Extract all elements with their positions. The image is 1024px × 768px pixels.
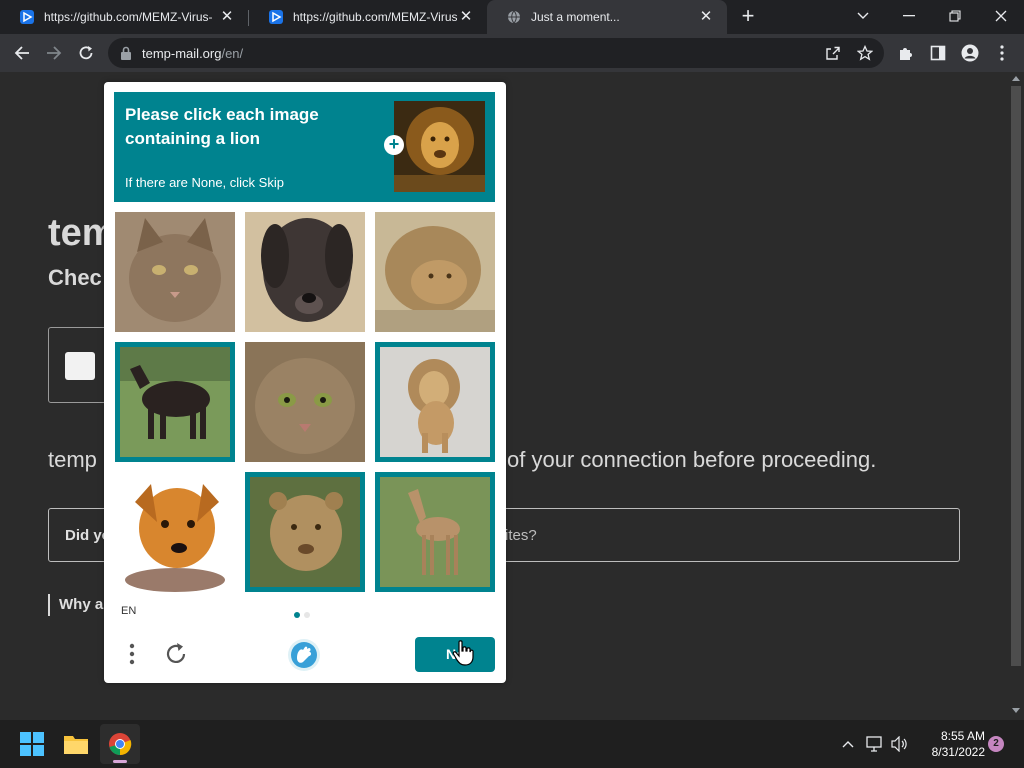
tile-2-dog[interactable] (245, 212, 365, 332)
faq-question-right: ites? (505, 527, 537, 544)
hcaptcha-challenge: Please click each image containing a lio… (104, 82, 506, 683)
start-button[interactable] (12, 724, 52, 764)
windows-taskbar: 8:55 AM 8/31/2022 2 (0, 720, 1024, 768)
menu-dots-icon[interactable] (124, 642, 140, 666)
system-clock[interactable]: 8:55 AM 8/31/2022 (915, 728, 985, 760)
kebab-menu-icon (1000, 45, 1004, 61)
lock-icon[interactable] (120, 46, 132, 60)
tab-strip: https://github.com/MEMZ-Virus- ✕ https:/… (0, 0, 1024, 34)
page-scrollbar[interactable] (1008, 72, 1024, 720)
hcaptcha-logo-icon[interactable] (287, 638, 321, 672)
profile-icon (961, 44, 979, 62)
tile-5-cat[interactable] (245, 342, 365, 462)
share-button[interactable] (824, 44, 842, 62)
github-play-icon (20, 10, 34, 24)
clock-date: 8/31/2022 (931, 745, 985, 759)
tile-4-horse[interactable] (115, 342, 235, 462)
image-grid (115, 212, 495, 592)
new-tab-button[interactable]: + (737, 5, 759, 28)
page-dot-active (294, 612, 300, 618)
notification-badge[interactable]: 2 (988, 736, 1004, 752)
restore-icon (949, 10, 961, 22)
star-icon (857, 45, 873, 61)
expand-example-button[interactable]: + (384, 135, 404, 155)
camera-icon (65, 352, 95, 380)
tile-1-cat[interactable] (115, 212, 235, 332)
tab-title: Just a moment... (531, 10, 620, 24)
tile-6-lion[interactable] (375, 342, 495, 462)
github-play-icon (269, 10, 283, 24)
extensions-button[interactable] (896, 43, 916, 63)
tab-just-a-moment[interactable]: Just a moment... ✕ (487, 0, 727, 34)
network-button[interactable] (865, 734, 885, 754)
refresh-challenge-icon[interactable] (162, 640, 190, 668)
bookmark-button[interactable] (856, 44, 874, 62)
forward-arrow-icon (47, 46, 62, 60)
language-selector[interactable]: EN (121, 605, 136, 617)
example-image-lion (394, 101, 485, 192)
clock-time: 8:55 AM (940, 729, 985, 743)
windows-logo-icon (20, 732, 44, 756)
tile-8-lion-cub[interactable] (245, 472, 365, 592)
scroll-up-icon[interactable] (1012, 76, 1020, 81)
verify-text-right: of your connection before proceeding. (507, 447, 877, 472)
close-icon[interactable]: ✕ (218, 8, 236, 26)
active-app-indicator (113, 760, 127, 763)
minimize-button[interactable] (886, 0, 932, 32)
reload-icon (79, 46, 93, 60)
site-subtitle: Chec (48, 265, 102, 290)
tab-title: https://github.com/MEMZ-Virus- (293, 10, 457, 24)
tab-title: https://github.com/MEMZ-Virus- (44, 10, 213, 24)
forward-button[interactable] (40, 39, 68, 67)
show-hidden-icons-button[interactable] (838, 734, 858, 754)
side-panel-button[interactable] (928, 43, 948, 63)
verify-text-left: temp (48, 447, 97, 472)
tile-3-lion[interactable] (375, 212, 495, 332)
challenge-prompt: Please click each image containing a lio… (114, 92, 495, 202)
side-panel-icon (930, 45, 946, 61)
browser-toolbar: temp-mail.org/en/ (0, 34, 1024, 72)
prompt-subtext: If there are None, click Skip (125, 175, 284, 190)
profile-button[interactable] (960, 43, 980, 63)
hand-cursor-icon (452, 640, 474, 666)
volume-button[interactable] (890, 734, 910, 754)
address-bar[interactable]: temp-mail.org/en/ (108, 38, 884, 68)
restore-button[interactable] (932, 0, 978, 32)
chevron-down-icon (857, 12, 869, 19)
back-arrow-icon (14, 46, 29, 60)
url-text[interactable]: temp-mail.org/en/ (142, 46, 243, 61)
share-icon (826, 46, 840, 60)
chrome-taskbar-button[interactable] (100, 724, 140, 764)
folder-icon (64, 736, 88, 754)
url-host: temp-mail.org (142, 46, 222, 61)
minimize-icon (903, 15, 915, 17)
scroll-down-icon[interactable] (1012, 708, 1020, 713)
tile-9-foal[interactable] (375, 472, 495, 592)
tile-7-dog[interactable] (115, 472, 235, 592)
page-dot (304, 612, 310, 618)
tab-github-1[interactable]: https://github.com/MEMZ-Virus- ✕ (0, 0, 248, 34)
close-icon[interactable]: ✕ (457, 8, 475, 26)
file-explorer-button[interactable] (56, 724, 96, 764)
url-path: /en/ (221, 46, 244, 61)
speaker-icon (891, 736, 907, 752)
chrome-icon (109, 733, 132, 756)
menu-button[interactable] (992, 43, 1012, 63)
why-heading: Why a (48, 594, 103, 616)
close-icon[interactable]: ✕ (697, 8, 715, 26)
prompt-text: Please click each image containing a lio… (125, 105, 319, 148)
network-icon (866, 736, 882, 752)
chevron-up-icon (842, 741, 854, 748)
globe-icon (508, 10, 520, 24)
close-icon (995, 10, 1007, 22)
back-button[interactable] (8, 39, 36, 67)
tab-search-button[interactable] (840, 0, 886, 32)
puzzle-icon (900, 48, 912, 60)
reload-button[interactable] (72, 39, 100, 67)
close-window-button[interactable] (978, 0, 1024, 32)
tab-github-2[interactable]: https://github.com/MEMZ-Virus- ✕ (249, 0, 487, 34)
scrollbar-thumb[interactable] (1011, 86, 1021, 666)
